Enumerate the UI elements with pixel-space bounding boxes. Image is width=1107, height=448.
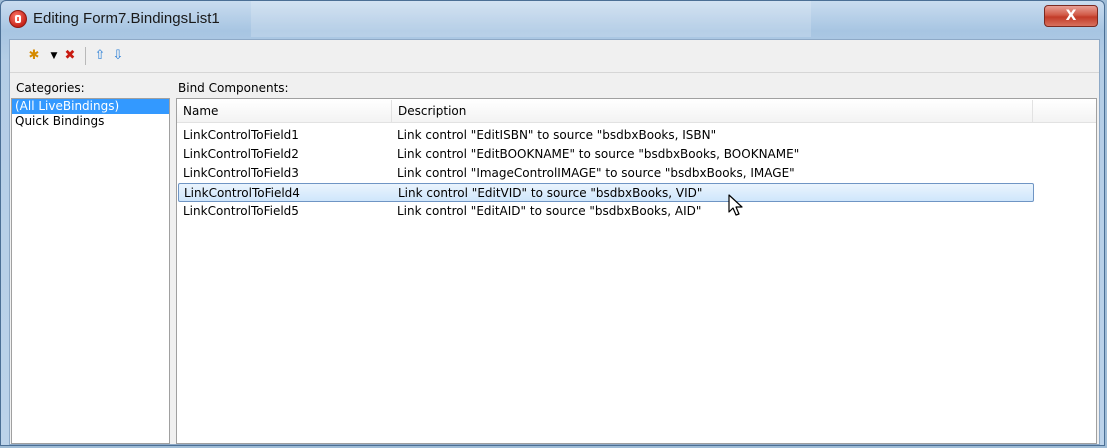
delete-binding-icon[interactable]: ✖ <box>62 48 78 64</box>
row-name: LinkControlToField3 <box>183 166 299 180</box>
dialog-window: Editing Form7.BindingsList1 X ✱ ▼ ✖ ⇧ ⇩ … <box>0 0 1105 446</box>
table-row-selected[interactable]: LinkControlToField4 Link control "EditVI… <box>178 183 1034 202</box>
row-description: Link control "EditISBN" to source "bsdbx… <box>397 128 717 142</box>
toolbar-separator <box>85 47 86 65</box>
bind-components-grid[interactable]: Name Description LinkControlToField1 Lin… <box>176 98 1097 444</box>
background-blur <box>251 1 811 37</box>
column-header-name[interactable]: Name <box>177 100 392 122</box>
window-title: Editing Form7.BindingsList1 <box>33 10 220 27</box>
grid-header: Name Description <box>177 100 1096 123</box>
row-name: LinkControlToField1 <box>183 128 299 142</box>
categories-list[interactable]: (All LiveBindings) Quick Bindings <box>11 98 170 444</box>
row-description: Link control "EditBOOKNAME" to source "b… <box>397 147 800 161</box>
row-description: Link control "EditAID" to source "bsdbxB… <box>397 204 702 218</box>
column-header-description[interactable]: Description <box>392 100 1033 122</box>
title-bar[interactable]: Editing Form7.BindingsList1 X <box>1 1 1104 39</box>
client-area: ✱ ▼ ✖ ⇧ ⇩ Categories: (All LiveBindings)… <box>9 39 1100 445</box>
table-row[interactable]: LinkControlToField2 Link control "EditBO… <box>178 145 1034 164</box>
splitter[interactable] <box>172 74 175 444</box>
row-description: Link control "ImageControlIMAGE" to sour… <box>397 166 795 180</box>
category-item-all-livebindings[interactable]: (All LiveBindings) <box>12 99 169 114</box>
bind-components-label: Bind Components: <box>178 81 289 95</box>
new-binding-icon[interactable]: ✱ <box>26 48 42 64</box>
arrow-up-icon[interactable]: ⇧ <box>92 48 108 64</box>
table-row[interactable]: LinkControlToField5 Link control "EditAI… <box>178 202 1034 221</box>
row-name: LinkControlToField4 <box>184 186 300 200</box>
arrow-down-icon[interactable]: ⇩ <box>110 48 126 64</box>
table-row[interactable]: LinkControlToField1 Link control "EditIS… <box>178 126 1034 145</box>
table-row[interactable]: LinkControlToField3 Link control "ImageC… <box>178 164 1034 183</box>
row-name: LinkControlToField5 <box>183 204 299 218</box>
toolbar: ✱ ▼ ✖ ⇧ ⇩ <box>10 40 1099 73</box>
column-header-filler <box>1033 100 1096 122</box>
category-item-quick-bindings[interactable]: Quick Bindings <box>12 114 169 129</box>
mouse-cursor-icon <box>728 194 743 216</box>
row-description: Link control "EditVID" to source "bsdbxB… <box>398 186 703 200</box>
app-icon <box>9 10 27 28</box>
close-button[interactable]: X <box>1044 5 1098 27</box>
row-name: LinkControlToField2 <box>183 147 299 161</box>
categories-label: Categories: <box>16 81 85 95</box>
dropdown-arrow-icon[interactable]: ▼ <box>46 48 62 64</box>
